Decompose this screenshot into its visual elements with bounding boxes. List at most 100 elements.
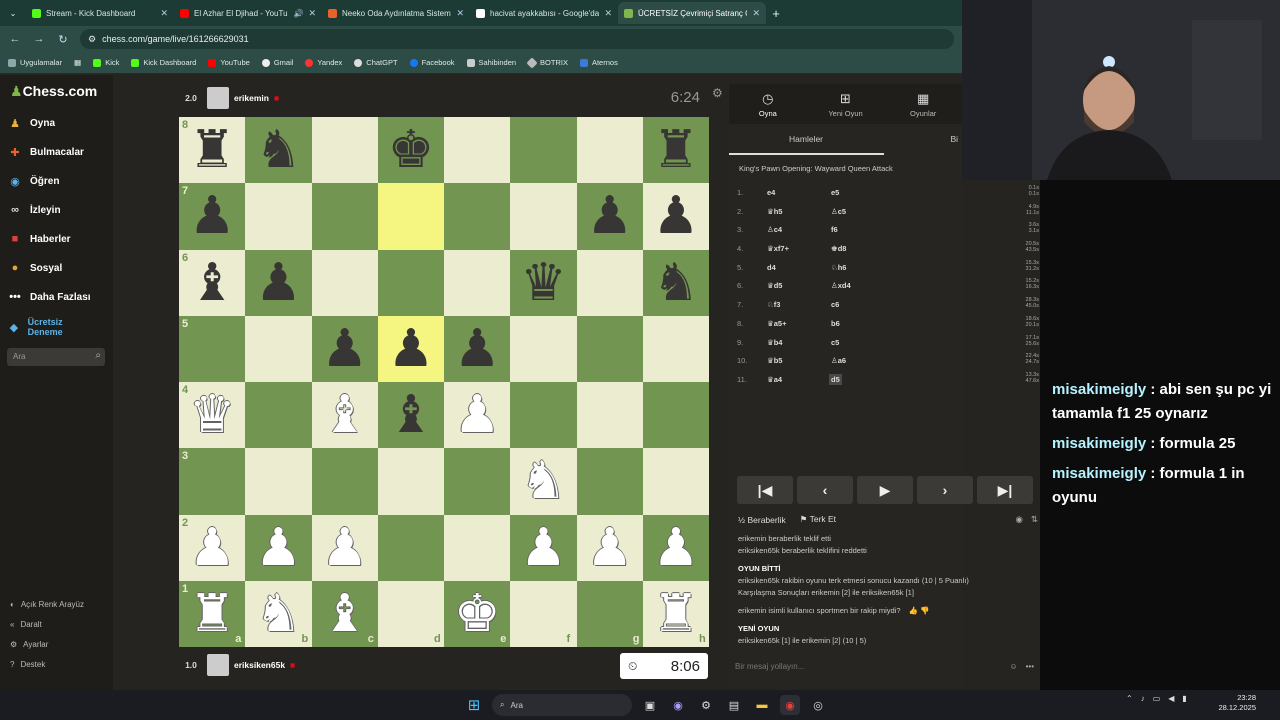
- square-d6[interactable]: [377, 249, 444, 316]
- thumbs-up-icon[interactable]: 👍: [909, 606, 918, 615]
- white-move[interactable]: ♛b4: [767, 338, 782, 347]
- black-move[interactable]: b6: [831, 319, 840, 328]
- square-g4[interactable]: [576, 382, 643, 449]
- square-h5[interactable]: [642, 315, 709, 382]
- bookmark-kick-dashboard[interactable]: Kick Dashboard: [131, 58, 196, 67]
- black-move[interactable]: ♙xd4: [831, 281, 851, 290]
- black-rook-a8[interactable]: ♜: [179, 117, 245, 183]
- bookmark-grid[interactable]: ▦: [74, 58, 81, 67]
- black-move[interactable]: ♚d8: [831, 244, 846, 253]
- store-icon[interactable]: ▤: [724, 695, 744, 715]
- chess-board[interactable]: ♜ 8 ♞ ♚ ♜ ♟ 7 ♟ ♟ ♝ 6 ♟ ♛ ♞ 5 ♟ ♟ ♟ ♛ 4 ♝ ♝ ♟ 3 ♞ ♟ 2 ♟ ♟ ♟ ♟ ♟ ♜ 1 a ♞ b ♝ c d…: [179, 117, 709, 647]
- white-move[interactable]: ♙c4: [767, 225, 782, 234]
- black-pawn-c5[interactable]: ♟: [312, 316, 378, 382]
- tab-info[interactable]: Bi: [950, 124, 958, 156]
- top-player-avatar[interactable]: [207, 87, 229, 109]
- more-options-icon[interactable]: •••: [1026, 662, 1034, 674]
- black-pawn-b6[interactable]: ♟: [245, 250, 311, 316]
- square-g6[interactable]: [576, 249, 643, 316]
- tab-moves[interactable]: Hamleler: [789, 124, 823, 156]
- previous-move-button[interactable]: ‹: [797, 476, 853, 504]
- bookmark-yandex[interactable]: Yandex: [305, 58, 342, 67]
- square-b5[interactable]: [245, 315, 312, 382]
- audio-playing-icon[interactable]: 🔊: [293, 9, 303, 18]
- black-queen-f6[interactable]: ♛: [510, 250, 576, 316]
- task-view-icon[interactable]: ▣: [640, 695, 660, 715]
- square-c7[interactable]: [311, 183, 378, 250]
- first-move-button[interactable]: |◀: [737, 476, 793, 504]
- obs-icon[interactable]: ◎: [808, 695, 828, 715]
- bottom-player-avatar[interactable]: [207, 654, 229, 676]
- reload-icon[interactable]: ↻: [56, 33, 70, 46]
- square-c8[interactable]: [311, 117, 378, 184]
- white-pawn-h2[interactable]: ♟: [643, 515, 709, 581]
- square-f4[interactable]: [510, 382, 577, 449]
- black-king-d8[interactable]: ♚: [378, 117, 444, 183]
- volume-icon[interactable]: ◀: [1168, 694, 1174, 703]
- site-info-icon[interactable]: ⚙: [88, 34, 96, 45]
- close-tab-icon[interactable]: ✕: [752, 8, 760, 19]
- square-f7[interactable]: [510, 183, 577, 250]
- forward-icon[interactable]: →: [32, 33, 46, 45]
- square-a5[interactable]: [179, 315, 246, 382]
- tab-neeko[interactable]: Neeko Oda Aydınlatma Sistem ✕: [322, 2, 470, 24]
- white-pawn-f2[interactable]: ♟: [510, 515, 576, 581]
- square-b3[interactable]: [245, 448, 312, 515]
- black-pawn-h7[interactable]: ♟: [643, 183, 709, 249]
- square-e6[interactable]: [444, 249, 511, 316]
- nav-puzzles[interactable]: ✚ Bulmacalar: [8, 145, 84, 159]
- light-theme-toggle[interactable]: ◐ Açık Renk Arayüz: [10, 600, 84, 609]
- black-bishop-d4[interactable]: ♝: [378, 382, 444, 448]
- black-move[interactable]: f6: [831, 225, 838, 234]
- white-move[interactable]: d4: [767, 263, 776, 272]
- sidebar-search-input[interactable]: Ara ⌕: [7, 348, 105, 366]
- square-b7[interactable]: [245, 183, 312, 250]
- bookmark-sahibinden[interactable]: Sahibinden: [466, 58, 516, 67]
- close-tab-icon[interactable]: ✕: [604, 8, 612, 19]
- play-button[interactable]: ▶: [857, 476, 913, 504]
- tab-kick-dashboard[interactable]: Stream - Kick Dashboard ✕: [26, 2, 174, 24]
- white-move[interactable]: ♛a4: [767, 375, 782, 384]
- square-g8[interactable]: [576, 117, 643, 184]
- white-move[interactable]: e4: [767, 188, 775, 197]
- black-knight-h6[interactable]: ♞: [643, 250, 709, 316]
- square-g5[interactable]: [576, 315, 643, 382]
- settings-link[interactable]: ⚙ Ayarlar: [10, 640, 48, 649]
- bookmark-apps[interactable]: Uygulamalar: [8, 58, 62, 67]
- thumbs-down-icon[interactable]: 👎: [920, 606, 929, 615]
- close-tab-icon[interactable]: ✕: [308, 8, 316, 19]
- square-e2[interactable]: [444, 514, 511, 581]
- tab-games[interactable]: ▦ Oyunlar: [884, 84, 962, 124]
- board-settings-gear-icon[interactable]: ⚙: [712, 86, 723, 100]
- black-move[interactable]: c6: [831, 300, 839, 309]
- black-move[interactable]: e5: [831, 188, 839, 197]
- nav-more[interactable]: ••• Daha Fazlası: [8, 290, 90, 304]
- square-e7[interactable]: [444, 183, 511, 250]
- square-b4[interactable]: [245, 382, 312, 449]
- bookmark-gmail[interactable]: Gmail: [261, 58, 293, 67]
- black-pawn-e5[interactable]: ♟: [444, 316, 510, 382]
- square-d2[interactable]: [377, 514, 444, 581]
- settings-app-icon[interactable]: ⚙: [696, 695, 716, 715]
- search-icon[interactable]: ⌕: [95, 350, 101, 361]
- chrome-icon[interactable]: ◉: [780, 695, 800, 715]
- tab-search-icon[interactable]: ⌄: [0, 9, 26, 18]
- black-pawn-d5[interactable]: ♟: [378, 316, 444, 382]
- nav-play[interactable]: ♟ Oyna: [8, 116, 55, 130]
- bottom-player-name[interactable]: eriksiken65k: [234, 660, 285, 670]
- black-move[interactable]: ♘h6: [831, 263, 846, 272]
- square-f8[interactable]: [510, 117, 577, 184]
- square-e3[interactable]: [444, 448, 511, 515]
- url-field[interactable]: ⚙ chess.com/game/live/161266629031: [80, 29, 954, 49]
- black-bishop-a6[interactable]: ♝: [179, 250, 245, 316]
- white-pawn-g2[interactable]: ♟: [577, 515, 643, 581]
- square-c3[interactable]: [311, 448, 378, 515]
- black-knight-b8[interactable]: ♞: [245, 117, 311, 183]
- tab-google[interactable]: hacivat ayakkabısı - Google'da ✕: [470, 2, 618, 24]
- nav-free-trial[interactable]: ◆ Ücretsiz Deneme: [8, 317, 88, 337]
- new-tab-button[interactable]: +: [766, 6, 786, 21]
- support-link[interactable]: ? Destek: [10, 660, 45, 669]
- chess-logo[interactable]: ♟Chess.com: [10, 83, 97, 100]
- nav-watch[interactable]: ∞ İzleyin: [8, 203, 61, 217]
- tab-play[interactable]: ◷ Oyna: [729, 84, 807, 124]
